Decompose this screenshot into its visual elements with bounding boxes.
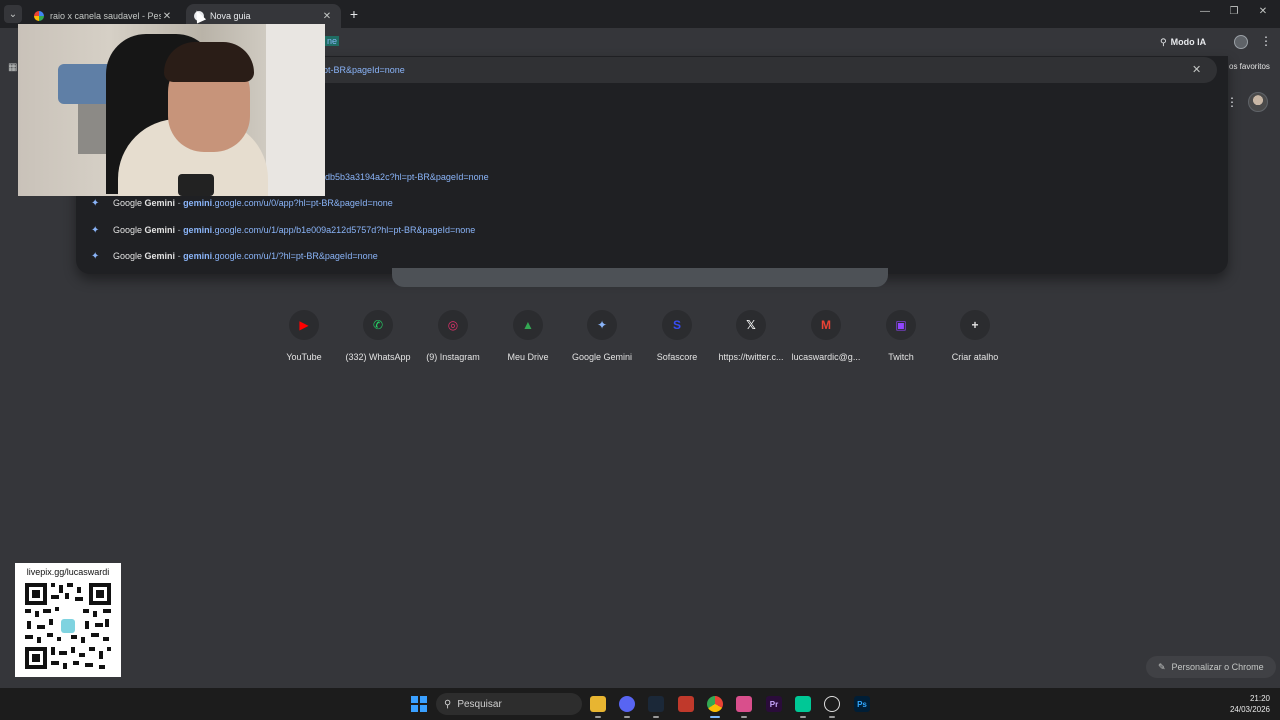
shortcut-add[interactable]: + Criar atalho <box>935 310 1015 362</box>
omnibox-text[interactable]: ne <box>325 36 340 46</box>
discord-icon[interactable] <box>619 696 635 712</box>
shortcut-label: (9) Instagram <box>426 352 480 362</box>
drive-icon: ▲ <box>513 310 543 340</box>
qr-code-icon <box>23 581 113 671</box>
running-indicator <box>624 716 630 718</box>
obs-icon[interactable] <box>824 696 840 712</box>
shortcut-gmail[interactable]: M lucaswardic@g... <box>786 310 866 362</box>
customize-chrome-button[interactable]: ✎ Personalizar o Chrome <box>1146 656 1276 678</box>
apps-grid-icon[interactable]: ▦ <box>8 62 17 73</box>
shortcut-label: https://twitter.c... <box>718 352 784 362</box>
tab-title: raio x canela saudavel - Pesquisa <box>50 11 161 21</box>
shortcut-label: Sofascore <box>656 352 698 362</box>
premiere-icon[interactable]: Pr <box>766 696 782 712</box>
pencil-icon: ✎ <box>1158 661 1166 672</box>
gemini-icon: ✦ <box>91 250 100 262</box>
webcam-microphone <box>178 174 214 196</box>
tab-search-button[interactable]: ⌄ <box>4 5 22 23</box>
gmail-icon: M <box>811 310 841 340</box>
all-bookmarks[interactable]: os favoritos <box>1229 62 1270 71</box>
tab-title: Nova guia <box>210 11 251 21</box>
suggestion-row[interactable]: ✦ Google Gemini - gemini.google.com/u/1/… <box>76 217 1228 243</box>
clock-time: 21:20 <box>1249 694 1270 703</box>
app-icon[interactable] <box>736 696 752 712</box>
taskbar: ⚲ Pesquisar Pr Ps 21:20 24/03/2026 <box>0 688 1280 720</box>
shortcut-twitter[interactable]: 𝕏 https://twitter.c... <box>711 310 791 362</box>
suggestion-text: Google Gemini - gemini.google.com/u/1/?h… <box>113 251 378 261</box>
windows-start-icon[interactable] <box>411 696 427 712</box>
ai-mode-button[interactable]: ⚲ Modo IA <box>1160 33 1206 51</box>
menu-dots-icon[interactable]: ⋮ <box>1260 34 1272 48</box>
shortcut-gemini[interactable]: ✦ Google Gemini <box>562 310 642 362</box>
qr-code-card: livepix.gg/lucaswardi <box>15 563 121 677</box>
shortcut-label: Meu Drive <box>507 352 549 362</box>
profile-avatar[interactable] <box>1234 35 1248 49</box>
shortcut-youtube[interactable]: ▶ YouTube <box>264 310 344 362</box>
sparkle-search-icon: ⚲ <box>1160 36 1167 47</box>
suggestion-row[interactable]: ✦ Google Gemini - gemini.google.com/u/1/… <box>76 243 1228 269</box>
customize-label: Personalizar o Chrome <box>1171 662 1264 672</box>
running-indicator <box>710 716 720 718</box>
close-icon[interactable]: ✕ <box>161 11 173 22</box>
running-indicator <box>653 716 659 718</box>
whatsapp-icon: ✆ <box>363 310 393 340</box>
app-icon[interactable] <box>795 696 811 712</box>
webcam-person-hair <box>164 42 254 82</box>
page-menu-icon[interactable]: ⋮ <box>1226 95 1238 109</box>
sofascore-icon: S <box>662 310 692 340</box>
webcam-door <box>266 24 325 196</box>
gemini-icon: ✦ <box>91 197 100 209</box>
running-indicator <box>595 716 601 718</box>
chevron-down-icon: ⌄ <box>8 8 18 20</box>
shortcut-label: (332) WhatsApp <box>345 352 411 362</box>
clock[interactable]: 21:20 24/03/2026 <box>1222 693 1270 715</box>
file-explorer-icon[interactable] <box>590 696 606 712</box>
shortcut-label: lucaswardic@g... <box>791 352 861 362</box>
running-indicator <box>800 716 806 718</box>
minimize-button[interactable]: — <box>1190 6 1220 17</box>
shortcut-twitch[interactable]: ▣ Twitch <box>861 310 941 362</box>
twitch-icon: ▣ <box>886 310 916 340</box>
x-icon: 𝕏 <box>736 310 766 340</box>
taskbar-search-placeholder: Pesquisar <box>457 698 502 710</box>
shortcut-label: Google Gemini <box>571 352 633 362</box>
steam-icon[interactable] <box>648 696 664 712</box>
plus-icon: + <box>349 6 359 22</box>
omnibox-url: pt-BR&pageId=none <box>323 65 405 75</box>
shortcut-label: Twitch <box>888 352 914 362</box>
running-indicator <box>741 716 747 718</box>
suggestion-text: Google Gemini - gemini.google.com/u/0/ap… <box>113 198 393 208</box>
gemini-icon: ✦ <box>91 224 100 236</box>
qr-title: livepix.gg/lucaswardi <box>26 567 110 577</box>
taskbar-search[interactable]: ⚲ Pesquisar <box>436 693 582 715</box>
close-window-button[interactable]: ✕ <box>1248 6 1278 17</box>
ai-mode-label: Modo IA <box>1170 37 1207 47</box>
shortcut-label: Criar atalho <box>951 352 999 362</box>
app-icon[interactable] <box>678 696 694 712</box>
clock-date: 24/03/2026 <box>1229 705 1270 714</box>
instagram-icon: ◎ <box>438 310 468 340</box>
avatar[interactable] <box>1248 92 1268 112</box>
new-tab-button[interactable]: + <box>346 6 362 22</box>
chrome-icon[interactable] <box>707 696 723 712</box>
running-indicator <box>829 716 835 718</box>
close-icon[interactable]: ✕ <box>321 11 333 22</box>
google-icon <box>34 11 44 21</box>
search-icon: ⚲ <box>444 698 452 710</box>
suggestion-url[interactable]: db5b3a3194a2c?hl=pt-BR&pageId=none <box>325 172 489 182</box>
suggestion-text: Google Gemini - gemini.google.com/u/1/ap… <box>113 225 476 235</box>
restore-button[interactable]: ❐ <box>1219 6 1249 17</box>
webcam-overlay <box>18 24 325 196</box>
shortcut-whatsapp[interactable]: ✆ (332) WhatsApp <box>338 310 418 362</box>
google-search-box[interactable] <box>392 268 888 287</box>
youtube-icon: ▶ <box>289 310 319 340</box>
shortcut-label: YouTube <box>286 352 322 362</box>
plus-icon: + <box>960 310 990 340</box>
shortcut-sofascore[interactable]: S Sofascore <box>637 310 717 362</box>
photoshop-icon[interactable]: Ps <box>854 696 870 712</box>
shortcut-instagram[interactable]: ◎ (9) Instagram <box>413 310 493 362</box>
shortcut-drive[interactable]: ▲ Meu Drive <box>488 310 568 362</box>
close-icon[interactable]: ✕ <box>1192 63 1201 76</box>
gemini-icon: ✦ <box>587 310 617 340</box>
